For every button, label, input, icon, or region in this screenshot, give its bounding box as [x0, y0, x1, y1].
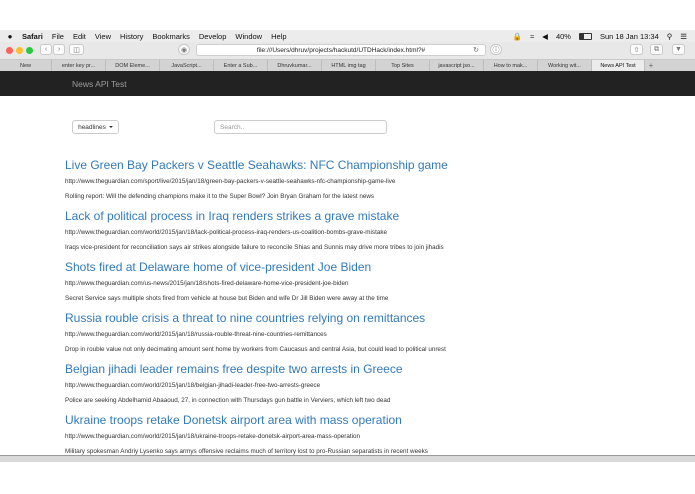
lock-icon[interactable]: 🔒: [513, 32, 522, 41]
article-item: Live Green Bay Packers v Seattle Seahawk…: [65, 157, 665, 208]
tab-javascript[interactable]: JavaScript...: [160, 60, 214, 71]
chevron-left-icon: ‹: [44, 46, 48, 53]
tab-enter-subject[interactable]: Enter a Sub...: [214, 60, 268, 71]
tabs-icon: ⧉: [654, 45, 659, 53]
info-icon: ⓘ: [492, 46, 500, 54]
forward-button[interactable]: ›: [53, 44, 65, 55]
wifi-icon[interactable]: ≈: [530, 32, 534, 41]
article-description: Police are seeking Abdelhamid Abaaoud, 2…: [65, 397, 391, 404]
spotlight-icon[interactable]: ⚲: [667, 32, 673, 41]
notification-center-icon[interactable]: ☰: [680, 32, 687, 41]
sidebar-icon: ◫: [73, 46, 80, 54]
extension-button[interactable]: ◉: [178, 44, 190, 55]
tab-top-sites[interactable]: Top Sites: [376, 60, 430, 71]
new-tab-button[interactable]: +: [645, 60, 657, 71]
downloads-button[interactable]: ▼: [672, 44, 685, 55]
chevron-right-icon: ›: [57, 46, 61, 53]
menu-file[interactable]: File: [52, 32, 64, 41]
zoom-window-button[interactable]: [26, 47, 33, 54]
article-title-link[interactable]: Lack of political process in Iraq render…: [65, 208, 665, 225]
article-url: http://www.theguardian.com/world/2015/ja…: [65, 229, 387, 236]
info-button[interactable]: ⓘ: [490, 44, 502, 55]
caret-down-icon: [108, 126, 113, 128]
share-button[interactable]: ⇧: [630, 44, 643, 55]
tab-how-to-make[interactable]: How to mak...: [484, 60, 538, 71]
apple-icon[interactable]: ●: [6, 32, 14, 41]
back-button[interactable]: ‹: [40, 44, 52, 55]
menu-help[interactable]: Help: [271, 32, 286, 41]
article-url: http://www.theguardian.com/world/2015/ja…: [65, 433, 361, 440]
tabs-overview-button[interactable]: ⧉: [650, 44, 663, 55]
tab-dhruvkumar[interactable]: Dhruvkumar...: [268, 60, 322, 71]
circle-icon: ◉: [180, 46, 188, 54]
window-bottom-edge: [0, 455, 695, 462]
article-title-link[interactable]: Belgian jihadi leader remains free despi…: [65, 361, 665, 378]
tab-new[interactable]: New: [0, 60, 52, 71]
dropdown-label: headlines: [78, 123, 106, 131]
address-bar[interactable]: file:///Users/dhruv/projects/hackutd/UTD…: [196, 44, 486, 56]
menu-window[interactable]: Window: [235, 32, 262, 41]
address-text: file:///Users/dhruv/projects/hackutd/UTD…: [256, 46, 426, 54]
article-title-link[interactable]: Ukraine troops retake Donetsk airport ar…: [65, 412, 665, 429]
status-area: 🔒 ≈ ◀ 40% Sun 18 Jan 13:34 ⚲ ☰: [513, 30, 687, 42]
download-icon: ▼: [675, 46, 682, 53]
article-description: Iraqs vice-president for reconciliation …: [65, 244, 444, 251]
navbar-brand[interactable]: News API Test: [72, 79, 127, 89]
menu-bookmarks[interactable]: Bookmarks: [152, 32, 190, 41]
volume-icon[interactable]: ◀: [542, 32, 548, 41]
article-title-link[interactable]: Russia rouble crisis a threat to nine co…: [65, 310, 665, 327]
plus-icon: +: [648, 61, 654, 70]
menu-safari[interactable]: Safari: [22, 32, 43, 41]
article-description: Secret Service says multiple shots fired…: [65, 295, 389, 302]
article-item: Lack of political process in Iraq render…: [65, 208, 665, 259]
browser-toolbar: ‹ › ◫ ◉ file:///Users/dhruv/projects/hac…: [0, 42, 695, 60]
clock[interactable]: Sun 18 Jan 13:34: [600, 32, 659, 41]
article-title-link[interactable]: Live Green Bay Packers v Seattle Seahawk…: [65, 157, 665, 174]
article-item: Shots fired at Delaware home of vice-pre…: [65, 259, 665, 310]
battery-icon[interactable]: [578, 32, 592, 40]
category-dropdown[interactable]: headlines: [72, 120, 119, 134]
close-window-button[interactable]: [6, 47, 13, 54]
tab-working-with[interactable]: Working wit...: [538, 60, 592, 71]
article-url: http://www.theguardian.com/world/2015/ja…: [65, 382, 321, 389]
reload-icon[interactable]: ↻: [473, 46, 479, 54]
minimize-window-button[interactable]: [16, 47, 23, 54]
menu-develop[interactable]: Develop: [199, 32, 227, 41]
search-input[interactable]: [214, 120, 387, 134]
page-navbar: News API Test: [0, 71, 695, 96]
menu-view[interactable]: View: [95, 32, 111, 41]
sidebar-button[interactable]: ◫: [69, 44, 84, 55]
tab-dom-elements[interactable]: DOM Eleme...: [106, 60, 160, 71]
tab-news-api-test[interactable]: News API Test: [592, 60, 645, 71]
share-icon: ⇧: [633, 46, 640, 54]
menu-bar: ● Safari File Edit View History Bookmark…: [0, 30, 695, 42]
article-list: Live Green Bay Packers v Seattle Seahawk…: [65, 157, 665, 463]
article-item: Russia rouble crisis a threat to nine co…: [65, 310, 665, 361]
article-description: Rolling report: Will the defending champ…: [65, 193, 375, 200]
battery-percent[interactable]: 40%: [556, 32, 571, 41]
article-description: Drop in rouble value not only decimating…: [65, 346, 446, 353]
tab-javascript-json[interactable]: javascript jso...: [430, 60, 484, 71]
article-url: http://www.theguardian.com/world/2015/ja…: [65, 331, 327, 338]
article-url: http://www.theguardian.com/sport/live/20…: [65, 178, 396, 185]
menu-history[interactable]: History: [120, 32, 143, 41]
tab-enter-key[interactable]: enter key pr...: [52, 60, 106, 71]
article-url: http://www.theguardian.com/us-news/2015/…: [65, 280, 349, 287]
article-item: Belgian jihadi leader remains free despi…: [65, 361, 665, 412]
tab-html-img-tag[interactable]: HTML img tag: [322, 60, 376, 71]
menu-edit[interactable]: Edit: [73, 32, 86, 41]
article-title-link[interactable]: Shots fired at Delaware home of vice-pre…: [65, 259, 665, 276]
